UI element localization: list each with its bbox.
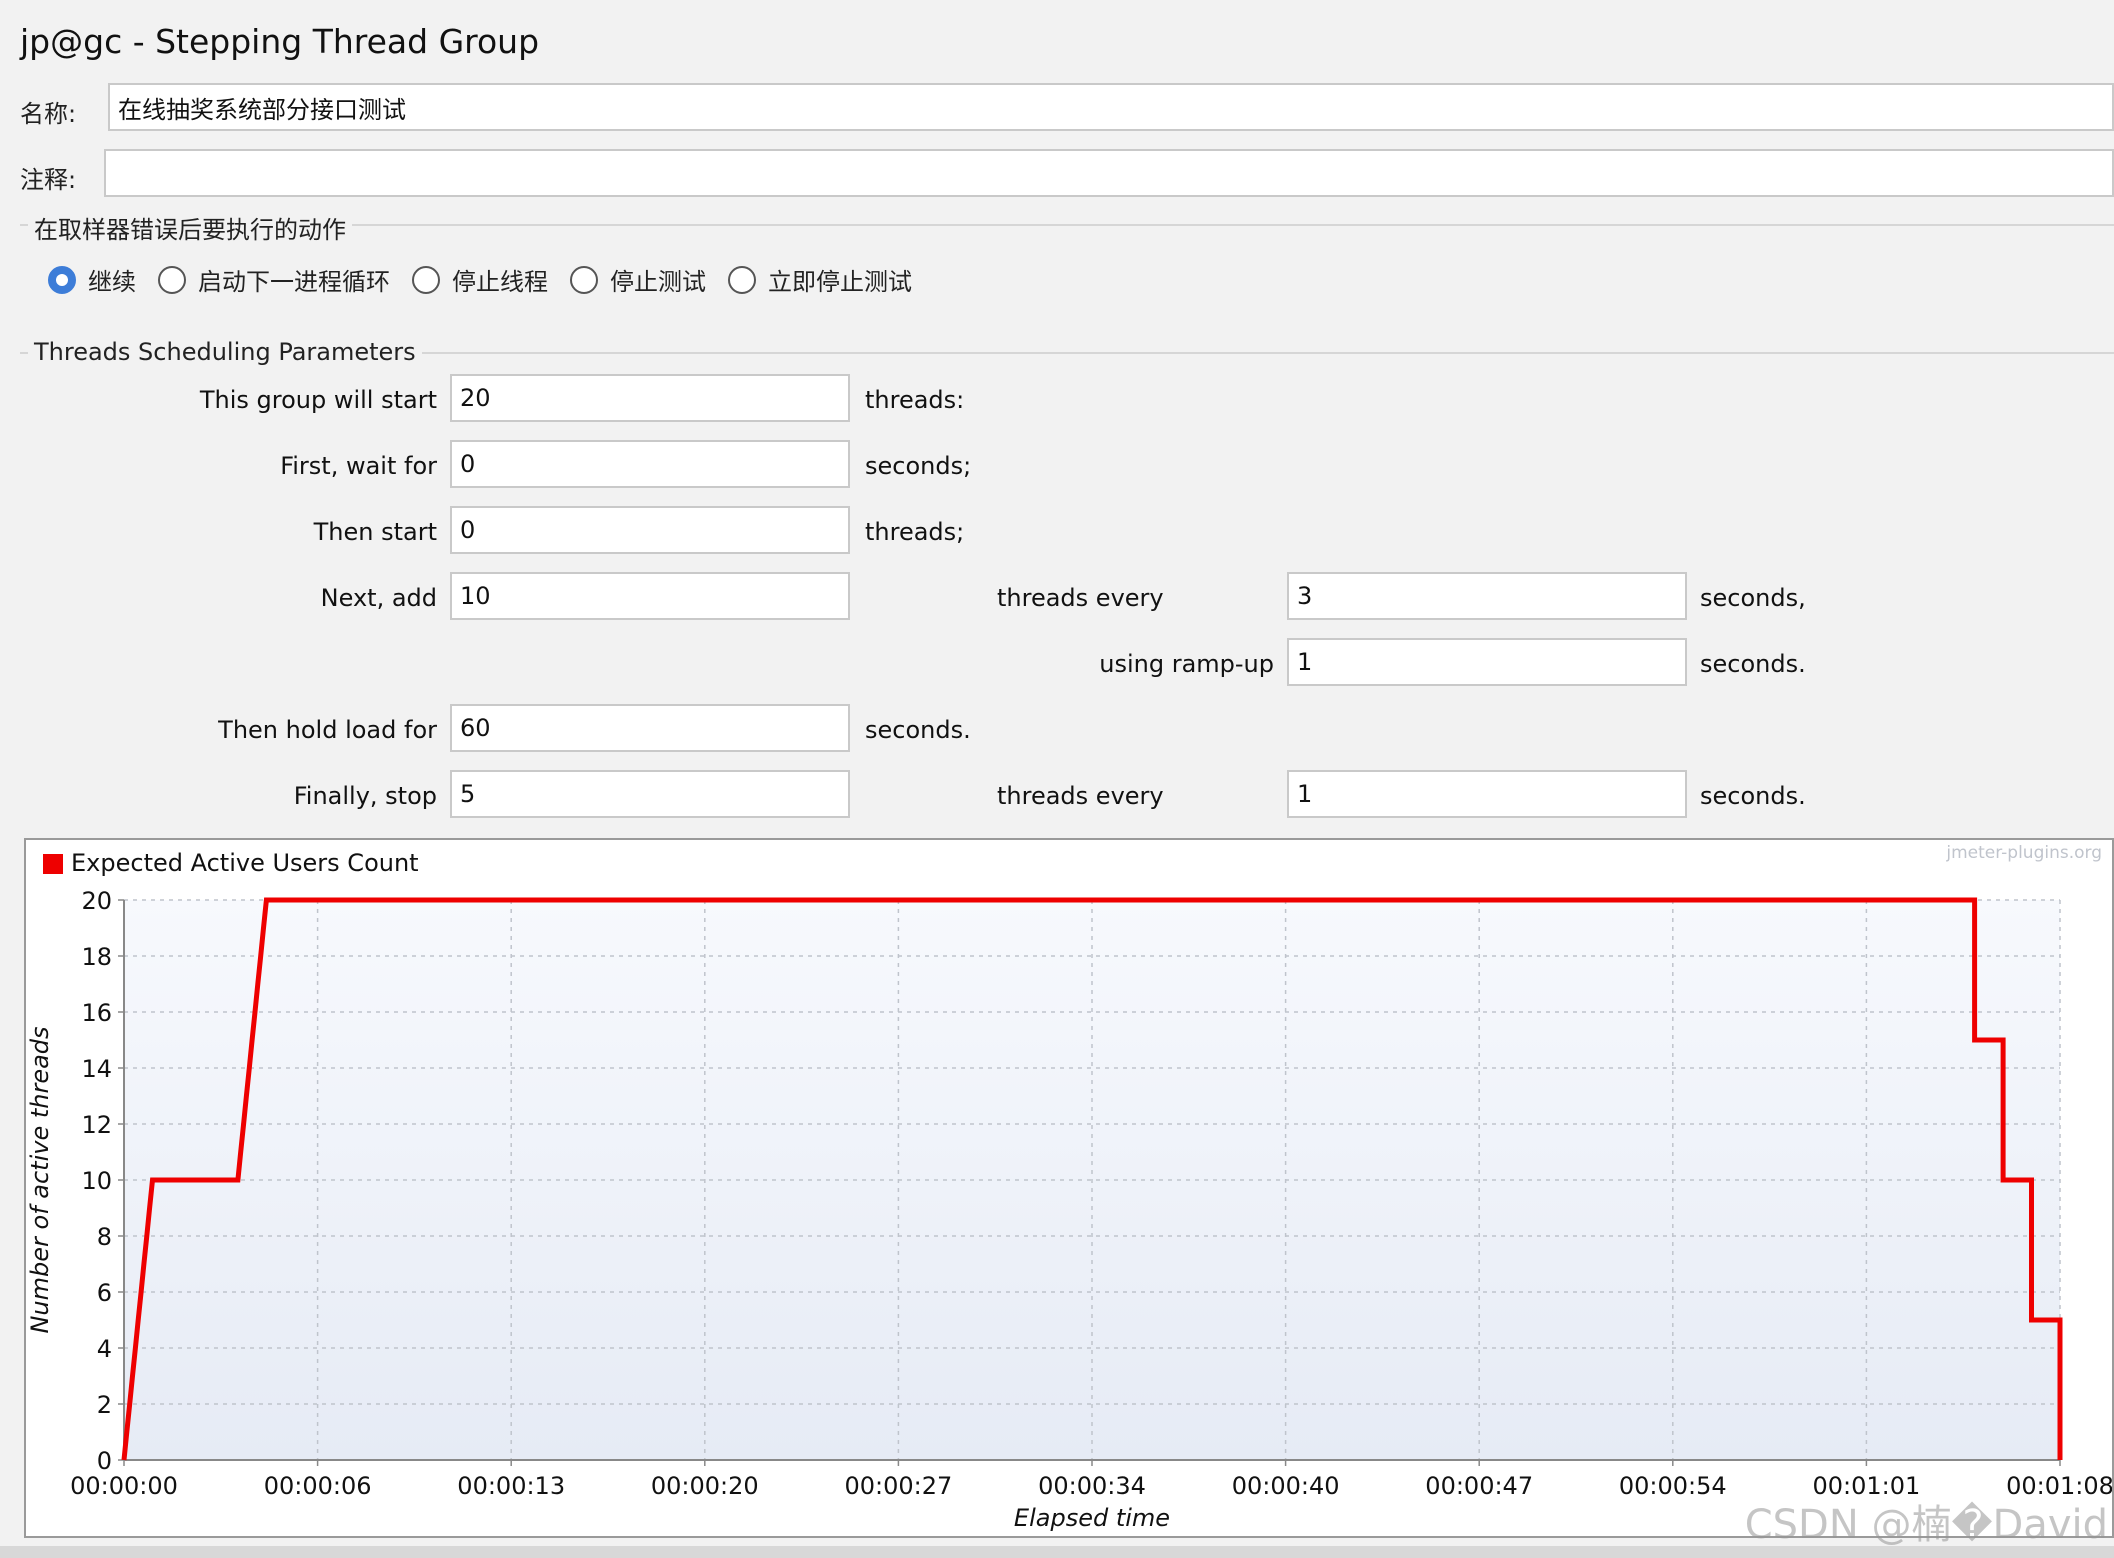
legend-label: Expected Active Users Count (71, 849, 419, 877)
x-tick-label: 00:00:34 (1038, 1472, 1146, 1500)
window-title: jp@gc - Stepping Thread Group (20, 22, 540, 61)
csdn-watermark: CSDN @楠�David (1744, 1502, 2108, 1548)
legend-swatch (43, 854, 63, 874)
stop-suffix: seconds. (1700, 782, 1806, 810)
y-axis-title: Number of active threads (26, 1026, 54, 1333)
name-label: 名称: (20, 100, 77, 128)
next-add-mid-label: threads every (997, 584, 1164, 612)
y-tick-label: 8 (97, 1223, 112, 1251)
error-action-radio-group: 继续 启动下一进程循环 停止线程 停止测试 立即停止测试 (48, 262, 934, 297)
next-add-suffix: seconds, (1700, 584, 1806, 612)
y-tick-label: 4 (97, 1335, 112, 1363)
stop-mid-label: threads every (997, 782, 1164, 810)
x-tick-label: 00:00:06 (264, 1472, 372, 1500)
stop-label: Finally, stop (293, 782, 437, 810)
ramp-up-field[interactable]: 1 (1287, 638, 1687, 686)
next-add-label: Next, add (320, 584, 437, 612)
x-tick-label: 00:00:40 (1232, 1472, 1340, 1500)
ramp-up-suffix: seconds. (1700, 650, 1806, 678)
comment-label: 注释: (20, 166, 77, 194)
radio-label: 继续 (88, 268, 136, 296)
radio-label: 立即停止测试 (768, 268, 912, 296)
x-tick-label: 00:00:00 (70, 1472, 178, 1500)
initial-delay-field[interactable]: 0 (450, 440, 850, 488)
y-tick-label: 18 (81, 943, 112, 971)
x-axis-title: Elapsed time (1014, 1504, 1170, 1532)
radio-selected-icon (48, 265, 76, 294)
y-tick-label: 14 (81, 1055, 112, 1083)
name-field[interactable]: 在线抽奖系统部分接口测试 (108, 83, 2114, 131)
radio-stop-test-now[interactable]: 立即停止测试 (728, 262, 912, 297)
start-threads-field[interactable]: 20 (450, 374, 850, 422)
initial-delay-suffix: seconds; (865, 452, 972, 480)
y-tick-label: 0 (97, 1447, 112, 1475)
x-tick-label: 00:00:54 (1619, 1472, 1727, 1500)
radio-stop-thread[interactable]: 停止线程 (412, 262, 548, 297)
hold-load-label: Then hold load for (218, 716, 437, 744)
scheduling-title: Threads Scheduling Parameters (28, 338, 422, 366)
radio-stop-test[interactable]: 停止测试 (570, 262, 706, 297)
comment-field[interactable] (104, 149, 2114, 197)
then-start-label: Then start (313, 518, 437, 546)
hold-load-suffix: seconds. (865, 716, 971, 744)
next-add-field[interactable]: 10 (450, 572, 850, 620)
y-tick-label: 6 (97, 1279, 112, 1307)
y-tick-label: 2 (97, 1391, 112, 1419)
stop-every-field[interactable]: 1 (1287, 770, 1687, 818)
radio-label: 停止测试 (610, 268, 706, 296)
stop-field[interactable]: 5 (450, 770, 850, 818)
start-threads-label: This group will start (199, 386, 437, 414)
y-tick-label: 20 (81, 887, 112, 915)
radio-unselected-icon (158, 265, 186, 294)
initial-delay-label: First, wait for (280, 452, 437, 480)
then-start-suffix: threads; (865, 518, 965, 546)
x-tick-label: 00:00:27 (845, 1472, 953, 1500)
radio-label: 停止线程 (452, 268, 548, 296)
chart-svg: 0 2 4 6 8 10 12 14 16 18 20 00:00:00 00:00:06 00:00:1… (26, 843, 2114, 1532)
x-tick-label: 00:00:13 (457, 1472, 565, 1500)
radio-unselected-icon (570, 265, 598, 294)
radio-continue[interactable]: 继续 (48, 262, 136, 297)
radio-label: 启动下一进程循环 (198, 268, 390, 296)
hold-load-field[interactable]: 60 (450, 704, 850, 752)
radio-unselected-icon (728, 265, 756, 294)
chart-credit: jmeter-plugins.org (1945, 843, 2102, 863)
error-action-title: 在取样器错误后要执行的动作 (28, 210, 352, 245)
y-tick-label: 12 (81, 1111, 112, 1139)
start-threads-suffix: threads: (865, 386, 965, 414)
x-tick-label: 00:00:47 (1425, 1472, 1533, 1500)
radio-start-next-loop[interactable]: 启动下一进程循环 (158, 262, 390, 297)
next-add-every-field[interactable]: 3 (1287, 572, 1687, 620)
thread-schedule-chart: 0 2 4 6 8 10 12 14 16 18 20 00:00:00 00:00:06 00:00:1… (24, 838, 2114, 1538)
then-start-field[interactable]: 0 (450, 506, 850, 554)
ramp-up-label: using ramp-up (1099, 650, 1274, 678)
radio-unselected-icon (412, 265, 440, 294)
y-tick-label: 10 (81, 1167, 112, 1195)
y-tick-label: 16 (81, 999, 112, 1027)
x-tick-label: 00:00:20 (651, 1472, 759, 1500)
